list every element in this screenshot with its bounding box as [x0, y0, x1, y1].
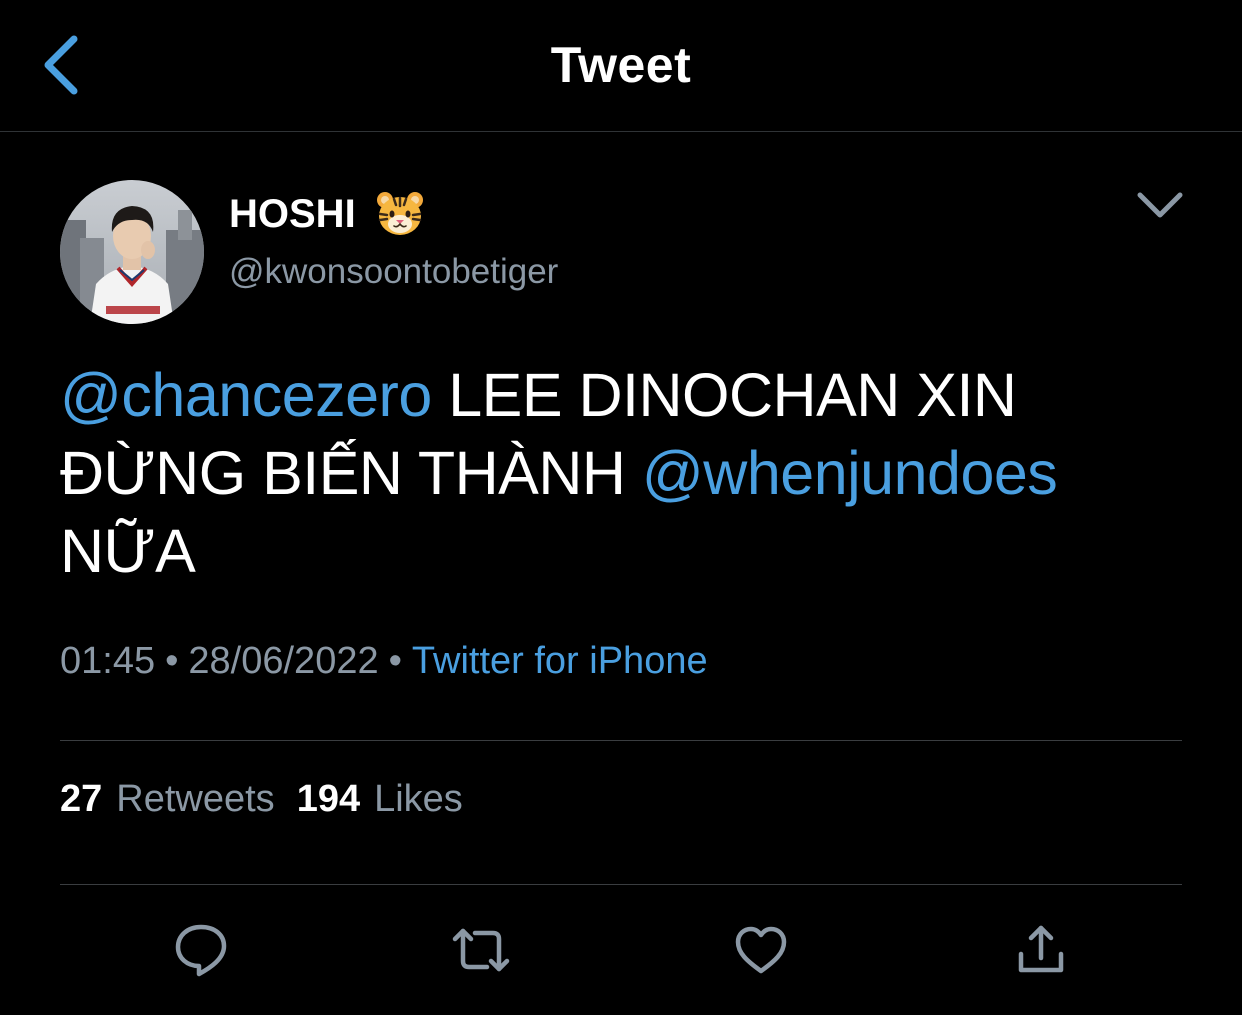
- tweet-source-link[interactable]: Twitter for iPhone: [412, 640, 708, 682]
- reply-icon: [175, 924, 227, 977]
- heart-icon: [735, 926, 787, 974]
- chevron-down-icon: [1137, 192, 1183, 218]
- tweet-time: 01:45: [60, 640, 156, 682]
- likes-count: 194: [296, 778, 361, 820]
- share-icon: [1018, 925, 1064, 973]
- tweet-metadata: 01:45 • 28/06/2022 • Twitter for iPhone: [60, 640, 708, 683]
- mention-link[interactable]: @whenjundoes: [642, 439, 1058, 507]
- likes-label: Likes: [374, 778, 463, 820]
- tweet-stats: 27 Retweets 194 Likes: [60, 778, 463, 821]
- divider: [60, 740, 1182, 741]
- separator-dot: •: [165, 640, 179, 682]
- retweets-label: Retweets: [116, 778, 275, 820]
- reply-button[interactable]: [161, 910, 241, 990]
- share-button[interactable]: [1001, 910, 1081, 990]
- retweet-icon: [452, 928, 510, 972]
- author-handle[interactable]: @kwonsoontobetiger: [229, 252, 558, 292]
- retweets-count: 27: [60, 778, 103, 820]
- tweet-text: @chancezero LEE DINOCHAN XIN ĐỪNG BIẾN T…: [60, 356, 1180, 590]
- action-bar: [0, 910, 1242, 990]
- separator-dot: •: [388, 640, 402, 682]
- retweets-stat[interactable]: 27 Retweets: [60, 778, 275, 821]
- nav-bar: Tweet: [0, 0, 1242, 132]
- author-display-name[interactable]: HOSHI: [229, 188, 426, 240]
- like-button[interactable]: [721, 910, 801, 990]
- more-options-button[interactable]: [1130, 180, 1190, 230]
- avatar[interactable]: [60, 180, 204, 324]
- display-name-text: HOSHI: [229, 191, 356, 236]
- likes-stat[interactable]: 194 Likes: [297, 778, 463, 821]
- avatar-image: [60, 180, 204, 324]
- divider: [60, 884, 1182, 885]
- tweet-text-segment: NỮA: [60, 517, 196, 585]
- mention-link[interactable]: @chancezero: [60, 361, 432, 429]
- page-title: Tweet: [550, 37, 692, 93]
- retweet-button[interactable]: [441, 910, 521, 990]
- tweet-date: 28/06/2022: [188, 640, 379, 682]
- tiger-face-icon: [374, 188, 426, 240]
